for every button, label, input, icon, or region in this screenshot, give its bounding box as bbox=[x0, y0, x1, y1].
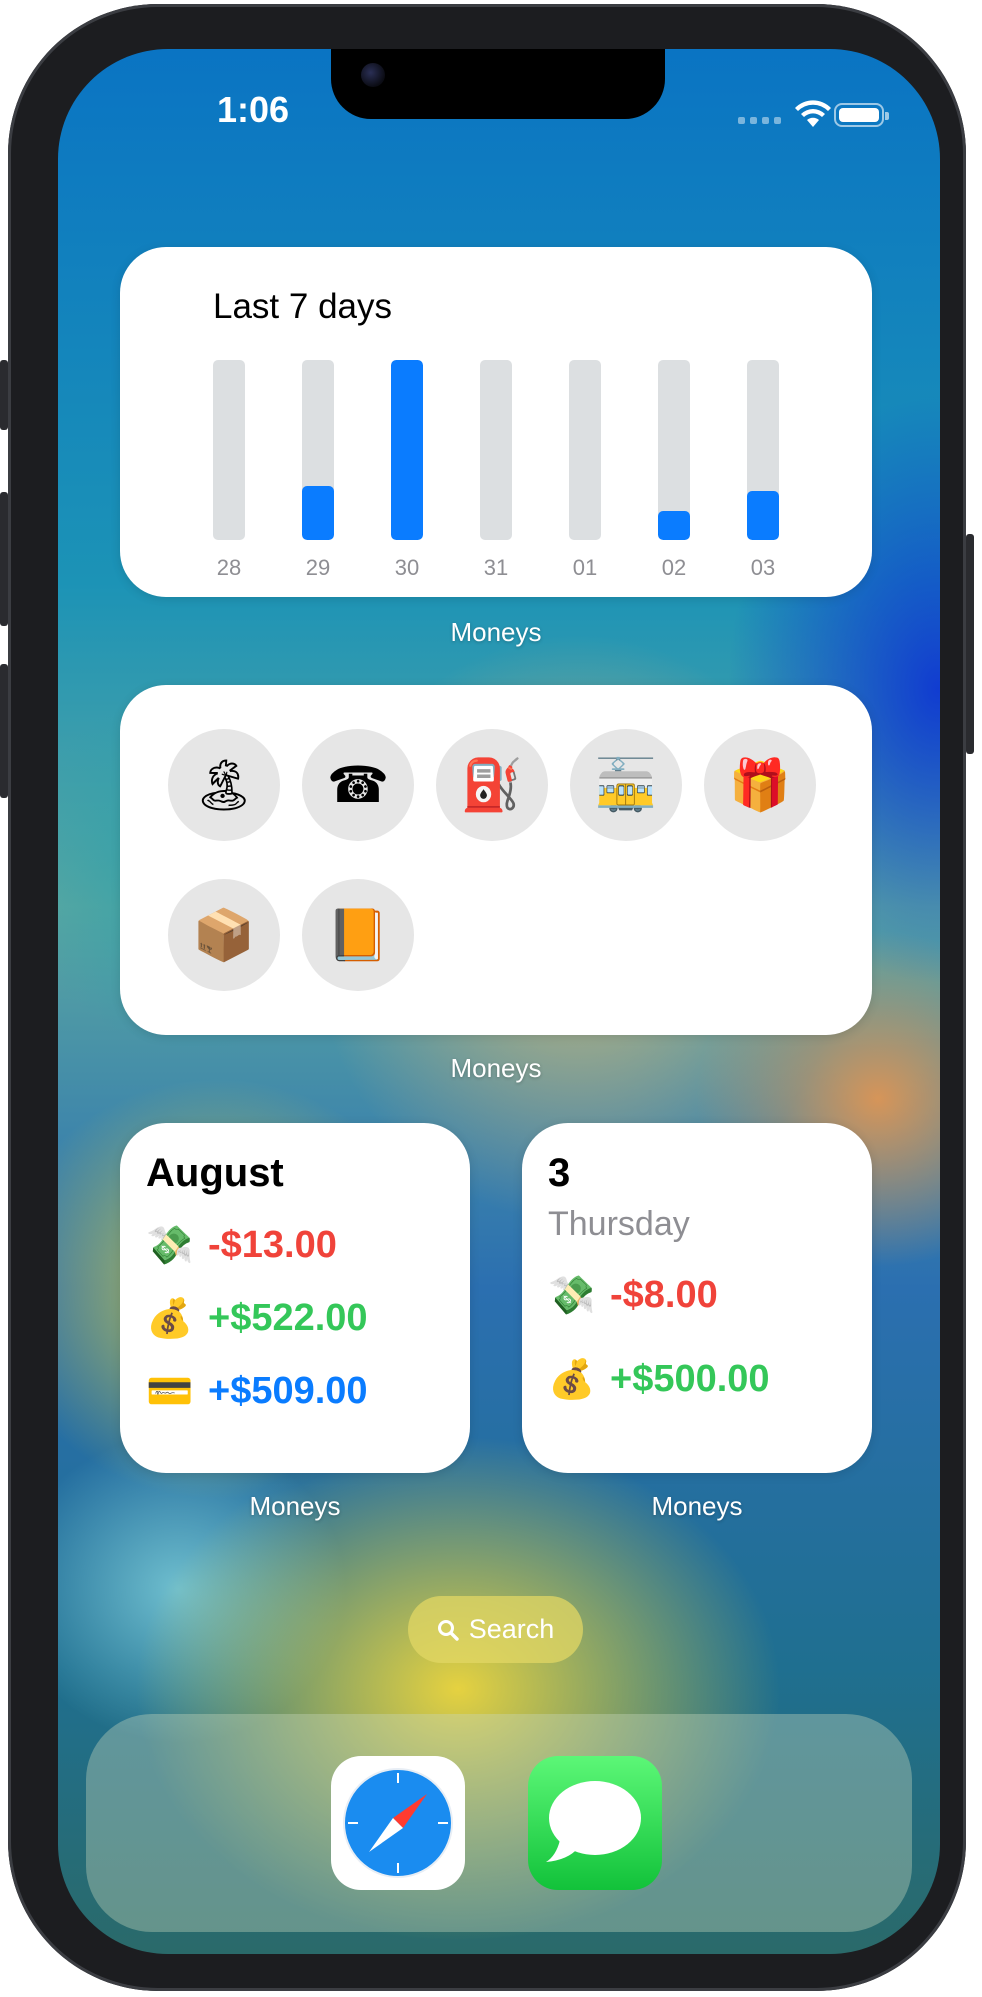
amount-row: 💸 -$13.00 bbox=[146, 1223, 337, 1268]
bar bbox=[391, 360, 423, 540]
weekday-name: Thursday bbox=[548, 1205, 690, 1243]
x-tick-label: 02 bbox=[661, 555, 687, 580]
telephone-icon[interactable]: ☎ bbox=[302, 729, 414, 841]
money-with-wings-icon: 💸 bbox=[146, 1223, 194, 1267]
x-tick-label: 28 bbox=[216, 555, 242, 580]
dock bbox=[86, 1714, 912, 1932]
search-icon bbox=[437, 1619, 459, 1641]
last-7-days-widget[interactable]: Last 7 days 28 29 30 31 01 02 03 bbox=[120, 247, 872, 597]
action-button bbox=[0, 360, 8, 430]
widget-app-label: Moneys bbox=[450, 617, 542, 647]
amount-value: -$8.00 bbox=[610, 1274, 718, 1316]
bar bbox=[302, 486, 334, 540]
widget-app-label: Moneys bbox=[450, 1053, 542, 1083]
gift-icon[interactable]: 🎁 bbox=[704, 729, 816, 841]
amount-row: 💸 -$8.00 bbox=[548, 1273, 718, 1318]
cellular-signal-icon bbox=[738, 117, 781, 124]
amount-row: 💳 +$509.00 bbox=[146, 1369, 368, 1414]
safari-icon[interactable] bbox=[331, 1756, 465, 1890]
volume-down-button bbox=[0, 664, 8, 798]
spotlight-search-button[interactable]: Search bbox=[408, 1596, 583, 1663]
widget-app-label: Moneys bbox=[249, 1491, 341, 1521]
bar-track bbox=[302, 360, 334, 540]
status-time: 1:06 bbox=[216, 89, 290, 130]
day-number: 3 bbox=[548, 1151, 571, 1195]
day-summary-widget[interactable]: 3 Thursday 💸 -$8.00 💰 +$500.00 bbox=[522, 1123, 872, 1473]
amount-row: 💰 +$522.00 bbox=[146, 1296, 368, 1341]
month-title: August bbox=[146, 1151, 284, 1195]
x-tick-label: 29 bbox=[305, 555, 331, 580]
bar bbox=[658, 511, 690, 540]
amount-value: +$509.00 bbox=[208, 1370, 368, 1412]
notebook-icon[interactable]: 📙 bbox=[302, 879, 414, 991]
amount-value: -$13.00 bbox=[208, 1224, 337, 1266]
credit-card-icon: 💳 bbox=[146, 1369, 194, 1413]
power-button bbox=[966, 534, 974, 754]
phone-frame: 1:06 Last 7 days 28 29 30 31 01 02 03 Moneys 🏝… bbox=[0, 4, 974, 1991]
x-tick-label: 30 bbox=[394, 555, 420, 580]
widget-app-label: Moneys bbox=[651, 1491, 743, 1521]
package-icon[interactable]: 📦 bbox=[168, 879, 280, 991]
bar-track bbox=[658, 360, 690, 540]
wifi-icon bbox=[795, 100, 831, 127]
month-summary-widget[interactable]: August 💸 -$13.00 💰 +$522.00 💳 +$509.00 bbox=[120, 1123, 470, 1473]
fuel-pump-icon[interactable]: ⛽ bbox=[436, 729, 548, 841]
messages-icon[interactable] bbox=[528, 1756, 662, 1890]
bar-track bbox=[747, 360, 779, 540]
money-with-wings-icon: 💸 bbox=[548, 1273, 596, 1317]
amount-value: +$500.00 bbox=[610, 1358, 770, 1400]
search-label: Search bbox=[468, 1614, 555, 1644]
bar bbox=[747, 491, 779, 540]
tram-icon[interactable]: 🚋 bbox=[570, 729, 682, 841]
palm-tree-icon[interactable]: 🏝 bbox=[168, 729, 280, 841]
x-tick-label: 03 bbox=[750, 555, 776, 580]
amount-row: 💰 +$500.00 bbox=[548, 1357, 770, 1402]
x-tick-label: 31 bbox=[483, 555, 509, 580]
front-camera bbox=[361, 63, 385, 87]
status-icons bbox=[678, 99, 889, 139]
bar-chart: 28 29 30 31 01 02 03 bbox=[120, 247, 872, 597]
money-bag-icon: 💰 bbox=[548, 1357, 596, 1401]
quick-categories-widget: 🏝 ☎ ⛽ 🚋 🎁 📦 📙 bbox=[120, 685, 872, 1035]
amount-value: +$522.00 bbox=[208, 1297, 368, 1339]
volume-up-button bbox=[0, 492, 8, 626]
bar-track bbox=[480, 360, 512, 540]
bar-track bbox=[391, 360, 423, 540]
x-tick-label: 01 bbox=[572, 555, 598, 580]
home-screen: 1:06 Last 7 days 28 29 30 31 01 02 03 Moneys 🏝… bbox=[58, 49, 940, 1954]
money-bag-icon: 💰 bbox=[146, 1296, 194, 1340]
battery-icon bbox=[834, 103, 889, 127]
bar-track bbox=[569, 360, 601, 540]
bar-track bbox=[213, 360, 245, 540]
notch bbox=[331, 49, 665, 119]
